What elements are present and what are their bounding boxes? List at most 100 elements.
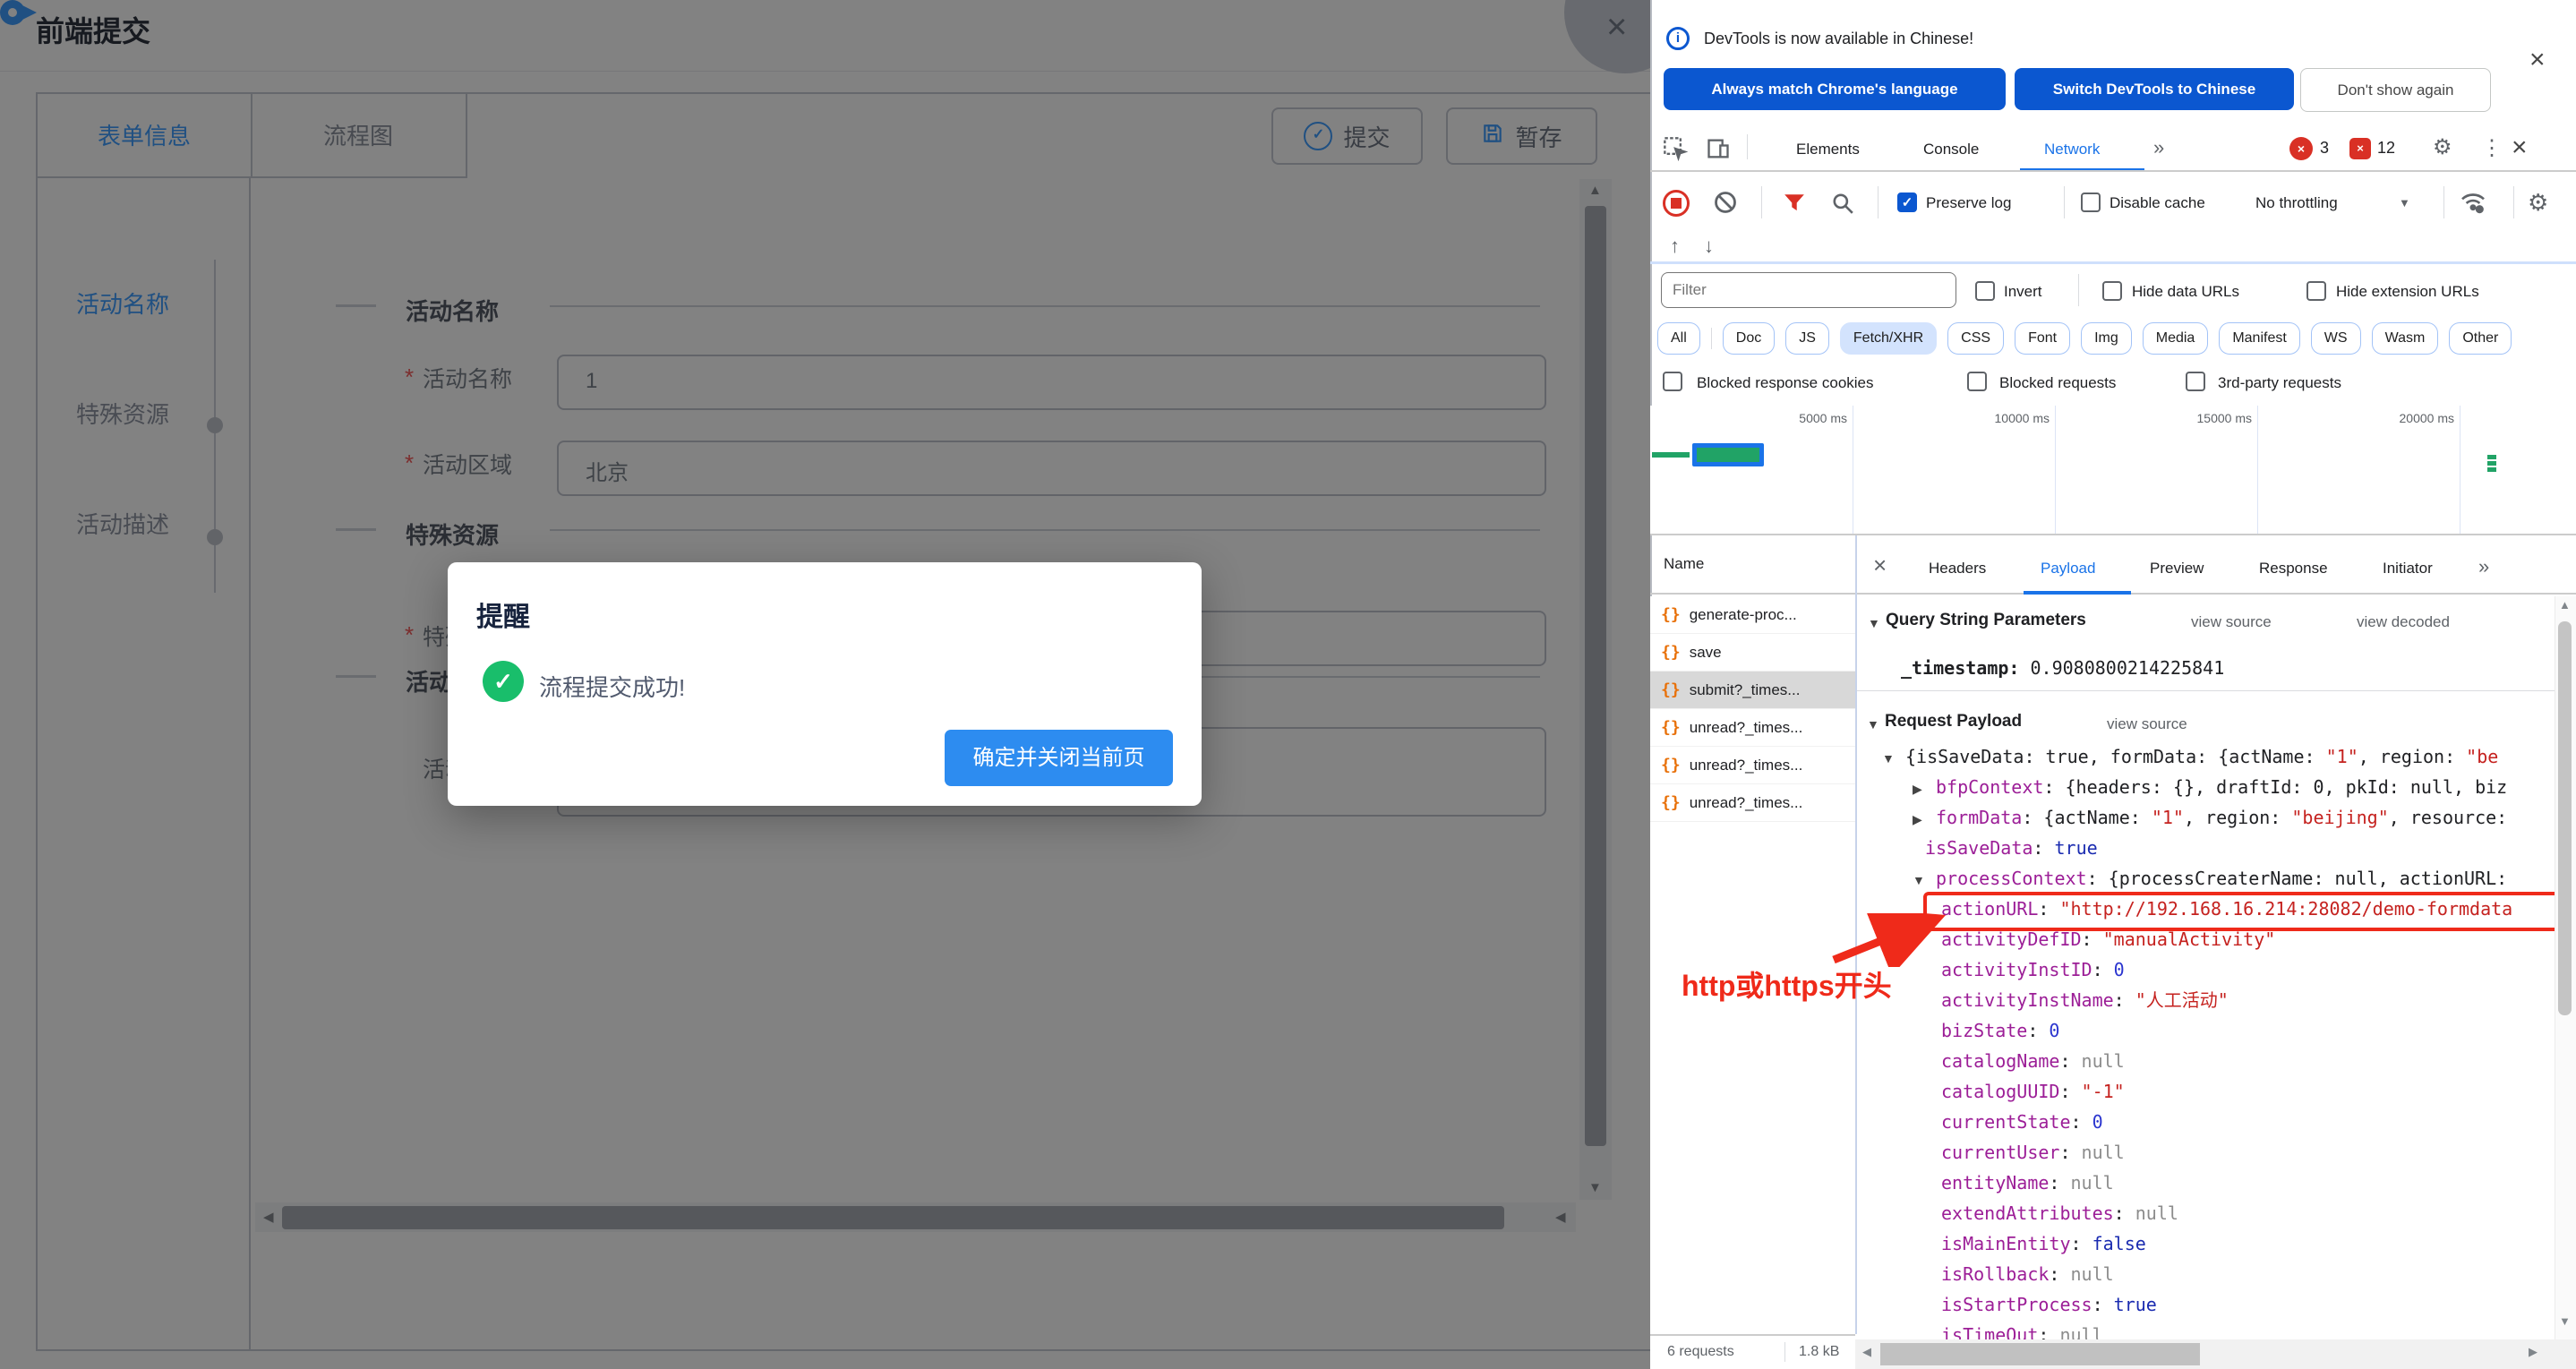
filter-chip-all[interactable]: All [1657,322,1700,355]
name-column-header[interactable]: Name [1664,555,1704,573]
tree-toggle-icon[interactable]: ▼ [1882,743,1905,772]
filter-chip-wasm[interactable]: Wasm [2371,322,2439,355]
inspect-icon[interactable] [1663,136,1689,166]
export-har-icon[interactable]: ↓ [1704,235,1714,258]
clear-icon[interactable] [1713,190,1738,219]
filter-chip-font[interactable]: Font [2015,322,2071,355]
payload-tree-line[interactable]: activityInstID: 0 [1875,954,2555,985]
view-decoded-link[interactable]: view decoded [2357,613,2450,631]
network-request-row[interactable]: {} unread?_times... [1650,747,1855,784]
payload-tree-line[interactable]: extendAttributes: null [1875,1198,2555,1228]
payload-tree-line[interactable]: catalogUUID: "-1" [1875,1076,2555,1107]
filter-chip-other[interactable]: Other [2449,322,2512,355]
blocked-label-1[interactable]: Blocked response cookies [1697,374,1874,392]
payload-tree-line[interactable]: bizState: 0 [1875,1015,2555,1046]
tree-toggle-icon[interactable]: ▼ [1913,865,1936,894]
throttling-select[interactable]: No throttling [2255,194,2338,212]
network-request-row[interactable]: {} unread?_times... [1650,784,1855,822]
search-icon[interactable] [1831,192,1854,219]
tab-console[interactable]: Console [1923,138,1979,161]
issue-count[interactable]: 12 [2377,139,2395,158]
settings-gear-icon[interactable]: ⚙ [2433,134,2452,160]
network-overview-timeline[interactable]: 5000 ms 10000 ms 15000 ms 20000 ms [1650,406,2576,535]
view-source-link[interactable]: view source [2191,613,2272,631]
payload-tree-line[interactable]: ▼ {isSaveData: true, formData: {actName: … [1875,741,2555,772]
network-request-row[interactable]: {} submit?_times... [1650,672,1855,709]
network-conditions-icon[interactable] [2459,187,2487,220]
hide-extension-urls-checkbox[interactable] [2306,281,2326,301]
error-badge-icon[interactable]: × [2289,137,2313,160]
scroll-up-icon[interactable]: ▲ [2559,598,2571,612]
filter-input[interactable] [1661,272,1956,308]
network-request-row[interactable]: {} unread?_times... [1650,709,1855,747]
detail-horizontal-thumb[interactable] [1880,1343,2200,1365]
banner-button-3[interactable]: Don't show again [2300,68,2491,112]
payload-tree-line[interactable]: isMainEntity: false [1875,1228,2555,1259]
tree-toggle-icon[interactable]: ▶ [1913,804,1936,833]
network-settings-gear-icon[interactable]: ⚙ [2528,189,2548,217]
tab-network[interactable]: Network [2044,138,2100,161]
payload-tree-line[interactable]: catalogName: null [1875,1046,2555,1076]
blocked-checkbox-3[interactable] [2186,372,2205,391]
collapse-icon[interactable]: ▼ [1867,717,1879,732]
payload-tree-line[interactable]: ▶ bfpContext: {headers: {}, draftId: 0, p… [1875,772,2555,802]
issues-badge-icon[interactable]: × [2349,138,2371,159]
detail-tab-headers[interactable]: Headers [1929,557,1986,580]
payload-tree-line[interactable]: actionURL: "http://192.168.16.214:28082/… [1875,894,2555,924]
payload-tree-line[interactable]: isTimeOut: null [1875,1320,2555,1339]
devtools-close-icon[interactable]: × [2512,133,2528,163]
network-request-row[interactable]: {} generate-proc... [1650,596,1855,634]
preserve-log-label[interactable]: Preserve log [1926,194,2011,212]
payload-tree-line[interactable]: isSaveData: true [1875,833,2555,863]
more-menu-icon[interactable]: ⋮ [2481,135,2503,161]
device-toolbar-icon[interactable] [1706,136,1731,166]
detail-more-tabs-icon[interactable]: » [2478,555,2489,578]
chevron-down-icon[interactable]: ▼ [2399,196,2410,210]
payload-tree-line[interactable]: isStartProcess: true [1875,1289,2555,1320]
collapse-icon[interactable]: ▼ [1868,616,1880,630]
payload-tree-line[interactable]: currentState: 0 [1875,1107,2555,1137]
payload-tree-line[interactable]: currentUser: null [1875,1137,2555,1168]
filter-chip-media[interactable]: Media [2142,322,2209,355]
confirm-close-button[interactable]: 确定并关闭当前页 [945,730,1173,786]
blocked-checkbox-1[interactable] [1663,372,1682,391]
payload-tree-line[interactable]: entityName: null [1875,1168,2555,1198]
tab-elements[interactable]: Elements [1796,138,1860,161]
filter-chip-doc[interactable]: Doc [1722,322,1776,355]
hide-data-urls-label[interactable]: Hide data URLs [2132,283,2239,301]
filter-funnel-icon[interactable] [1783,192,1806,219]
payload-tree-line[interactable]: activityDefID: "manualActivity" [1875,924,2555,954]
record-icon[interactable] [1663,190,1690,217]
detail-vertical-thumb[interactable] [2558,621,2572,1015]
banner-button-1[interactable]: Always match Chrome's language [1664,68,2006,110]
filter-chip-img[interactable]: Img [2081,322,2132,355]
view-source-link[interactable]: view source [2107,715,2187,733]
detail-tab-response[interactable]: Response [2259,557,2328,580]
preserve-log-checkbox[interactable]: ✓ [1897,193,1917,212]
scroll-left-icon[interactable]: ◀ [1862,1345,1871,1359]
detail-tab-preview[interactable]: Preview [2150,557,2204,580]
more-tabs-icon[interactable]: » [2153,136,2164,159]
filter-chip-fetchxhr[interactable]: Fetch/XHR [1839,322,1938,355]
hide-data-urls-checkbox[interactable] [2102,281,2122,301]
filter-chip-css[interactable]: CSS [1947,322,2005,355]
tree-toggle-icon[interactable]: ▶ [1913,774,1936,802]
detail-close-icon[interactable]: × [1873,552,1887,579]
invert-label[interactable]: Invert [2004,283,2042,301]
network-request-row[interactable]: {} save [1650,634,1855,672]
invert-checkbox[interactable] [1975,281,1995,301]
payload-tree-line[interactable]: ▶ formData: {actName: "1", region: "beiji… [1875,802,2555,833]
import-har-icon[interactable]: ↑ [1670,235,1680,258]
infobar-close-icon[interactable]: × [2529,45,2546,75]
filter-chip-manifest[interactable]: Manifest [2219,322,2300,355]
disable-cache-label[interactable]: Disable cache [2110,194,2205,212]
payload-tree-line[interactable]: activityInstName: "人工活动" [1875,985,2555,1015]
filter-chip-ws[interactable]: WS [2310,322,2361,355]
error-count[interactable]: 3 [2320,139,2329,158]
scroll-right-icon[interactable]: ▶ [2529,1345,2537,1359]
hide-extension-urls-label[interactable]: Hide extension URLs [2336,283,2479,301]
blocked-checkbox-2[interactable] [1967,372,1987,391]
payload-tree-line[interactable]: ▼ processContext: {processCreaterName: nu… [1875,863,2555,894]
detail-tab-payload[interactable]: Payload [2041,557,2095,580]
blocked-label-2[interactable]: Blocked requests [1999,374,2116,392]
